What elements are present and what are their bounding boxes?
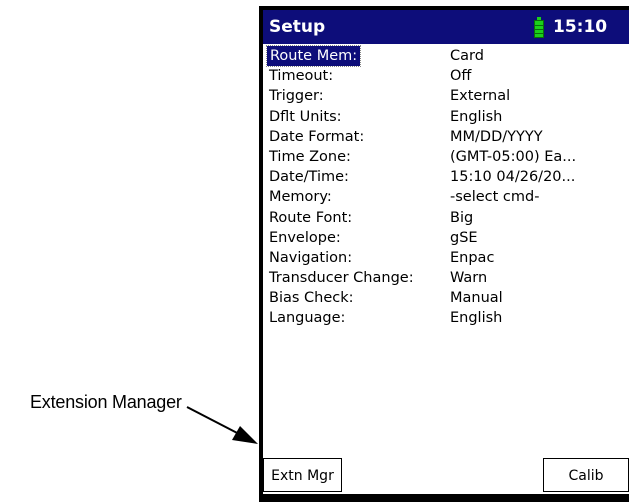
device-screen: Setup 15:10 Route Mem: Card Timeout: Off Tri… (263, 10, 629, 494)
setting-label: Language: (269, 310, 346, 327)
setting-label: Memory: (269, 189, 332, 206)
setting-label: Trigger: (269, 88, 324, 105)
setting-label: Date Format: (269, 128, 365, 145)
setting-label: Transducer Change: (269, 270, 414, 287)
setting-value[interactable]: -select cmd- (450, 187, 539, 207)
setting-label: Timeout: (269, 68, 334, 85)
setting-label: Date/Time: (269, 169, 349, 186)
calib-button[interactable]: Calib (543, 458, 629, 492)
setting-value[interactable]: Card (450, 46, 484, 66)
battery-icon (534, 17, 544, 38)
setting-row[interactable]: Trigger: External (263, 86, 629, 106)
setting-label: Bias Check: (269, 290, 354, 307)
setting-row[interactable]: Navigation: Enpac (263, 248, 629, 268)
setting-row[interactable]: Route Font: Big (263, 208, 629, 228)
setting-row[interactable]: Memory: -select cmd- (263, 187, 629, 207)
setting-row[interactable]: Timeout: Off (263, 66, 629, 86)
setting-value[interactable]: English (450, 107, 502, 127)
setting-value[interactable]: Off (450, 66, 471, 86)
title-bar: Setup 15:10 (263, 10, 629, 44)
clock: 15:10 (553, 17, 608, 37)
setting-value[interactable]: Enpac (450, 248, 494, 268)
setting-row[interactable]: Language: English (263, 308, 629, 328)
setting-label: Navigation: (269, 249, 353, 266)
setting-value[interactable]: 15:10 04/26/20... (450, 167, 575, 187)
setting-row[interactable]: Envelope: gSE (263, 228, 629, 248)
setting-row[interactable]: Time Zone: (GMT-05:00) Ea... (263, 147, 629, 167)
setting-row[interactable]: Transducer Change: Warn (263, 268, 629, 288)
settings-list: Route Mem: Card Timeout: Off Trigger: Externa… (263, 45, 629, 329)
setting-value[interactable]: gSE (450, 228, 478, 248)
page-title: Setup (269, 17, 326, 37)
setting-row[interactable]: Date/Time: 15:10 04/26/20... (263, 167, 629, 187)
setting-label: Time Zone: (269, 148, 351, 165)
setting-row[interactable]: Dflt Units: English (263, 107, 629, 127)
setting-row[interactable]: Date Format: MM/DD/YYYY (263, 127, 629, 147)
setting-value[interactable]: Big (450, 208, 473, 228)
setting-row[interactable]: Bias Check: Manual (263, 288, 629, 308)
setting-value[interactable]: External (450, 86, 510, 106)
extn-mgr-button[interactable]: Extn Mgr (263, 458, 342, 492)
setting-value[interactable]: English (450, 308, 502, 328)
setting-value[interactable]: MM/DD/YYYY (450, 127, 543, 147)
setting-label: Route Font: (269, 209, 353, 226)
setting-row[interactable]: Route Mem: Card (263, 45, 629, 67)
setting-value[interactable]: Manual (450, 288, 503, 308)
setting-label: Envelope: (269, 229, 341, 246)
setting-label: Dflt Units: (269, 108, 342, 125)
setting-label: Route Mem: (265, 45, 362, 67)
setting-value[interactable]: Warn (450, 268, 487, 288)
setting-value[interactable]: (GMT-05:00) Ea... (450, 147, 576, 167)
